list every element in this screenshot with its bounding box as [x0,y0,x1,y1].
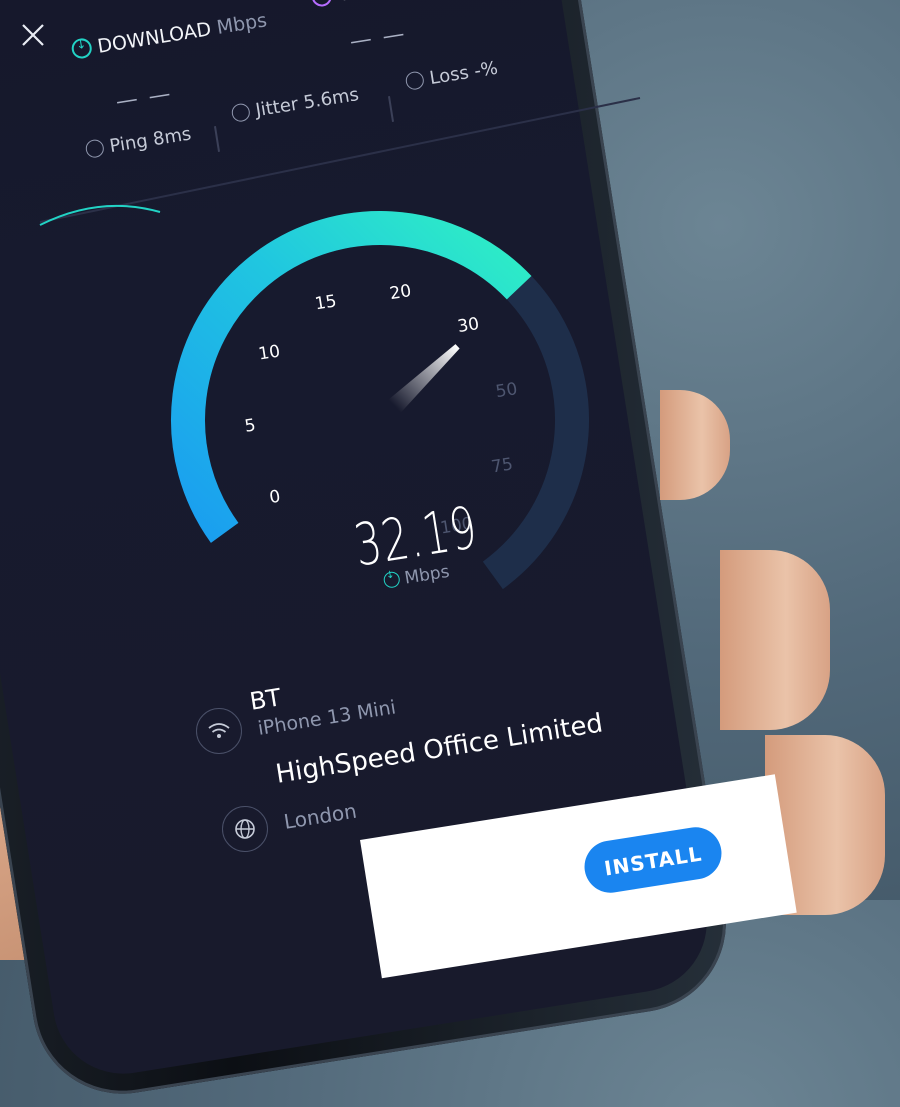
gauge-needle [388,344,460,413]
gauge-tick-label: 0 [268,487,282,508]
gauge-tick-label: 50 [494,379,519,402]
gauge-tick-label: 75 [490,454,515,477]
speedtest-ui: UP DOWNLOADMbps — — — — Ping 8ms Jitter … [0,0,900,979]
wifi-icon [196,708,242,754]
gauge-ticks: 051015 20305075100 [243,281,518,539]
isp-name: BT [247,683,283,716]
gauge-tick-label: 5 [243,415,257,436]
speed-gauge: 051015 20305075100 [39,97,641,590]
download-icon [382,570,401,589]
gauge-tick-label: 10 [257,341,282,364]
globe-icon[interactable] [222,806,268,852]
gauge-tick-label: 30 [456,314,481,337]
gauge-progress-arc [171,211,532,543]
gauge-tick-label: 15 [313,291,338,314]
section-divider [39,97,641,223]
gauge-tick-label: 20 [388,281,413,304]
